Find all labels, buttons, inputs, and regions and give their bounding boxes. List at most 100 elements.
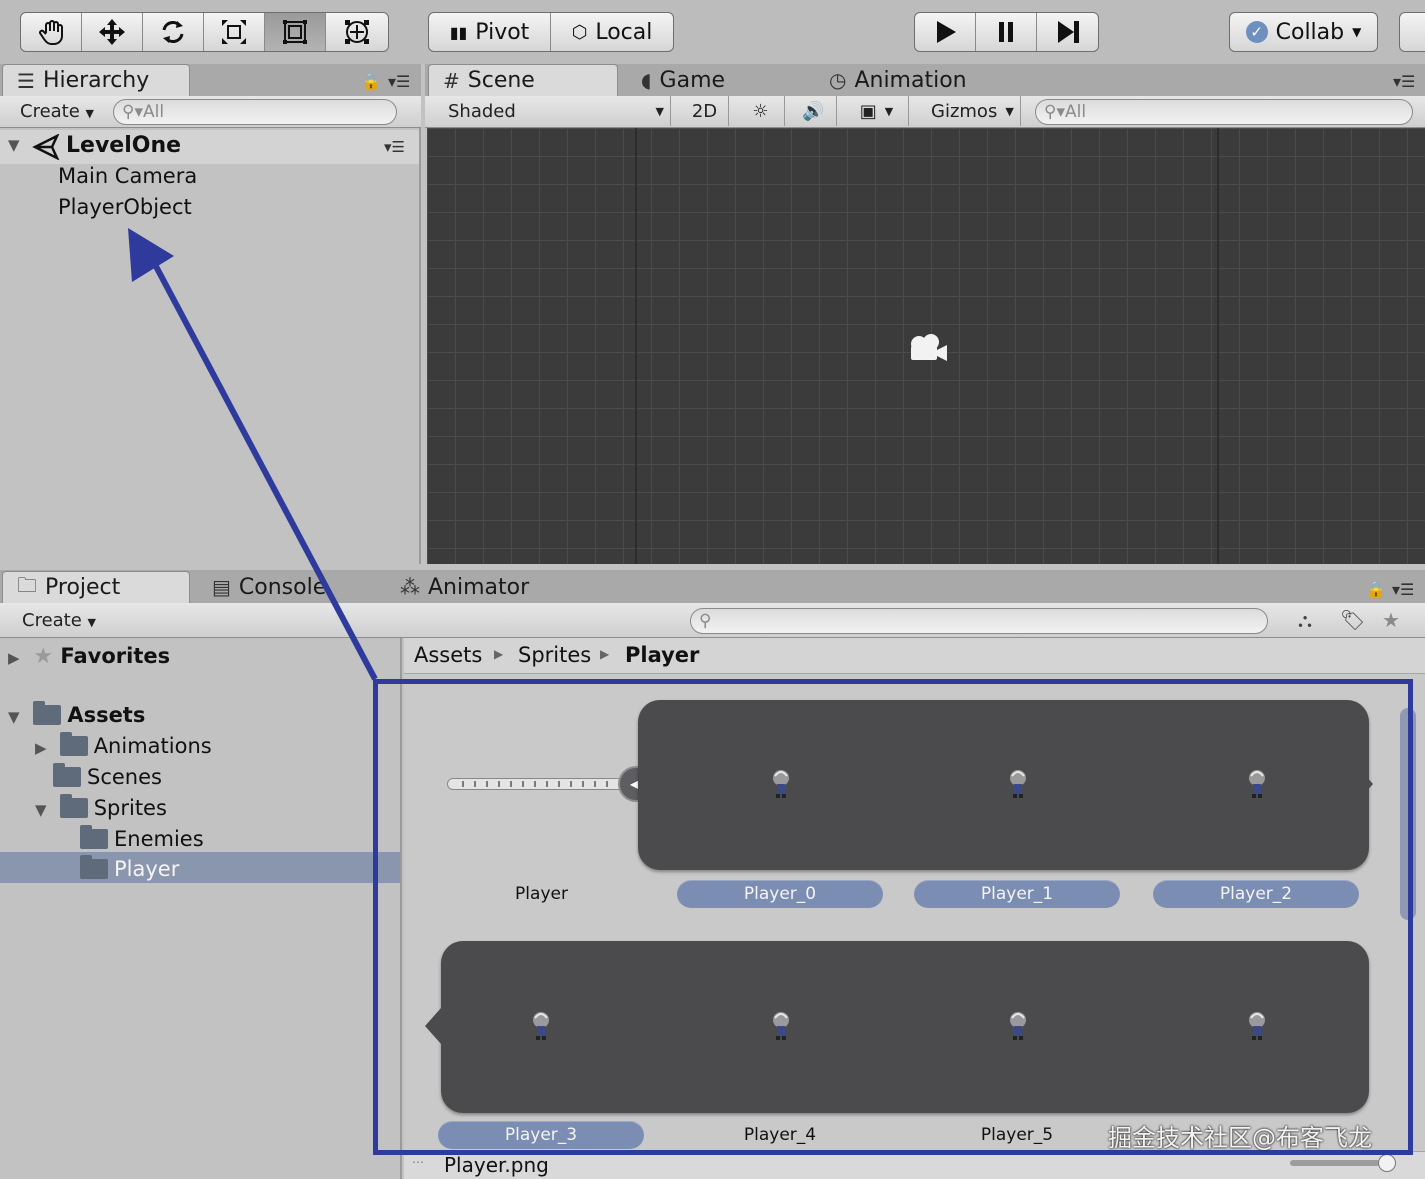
breadcrumb-assets[interactable]: Assets: [414, 643, 482, 667]
transform-tool-button[interactable]: [326, 13, 387, 51]
rect-tool-button[interactable]: [265, 13, 326, 51]
expand-triangle-icon[interactable]: ▶: [8, 649, 26, 667]
hierarchy-item-main-camera[interactable]: Main Camera: [58, 164, 197, 188]
tab-game[interactable]: ◖ Game: [627, 64, 797, 96]
icon-size-slider-knob[interactable]: [1378, 1154, 1396, 1172]
scene-header-row[interactable]: ▼ LevelOne ▾☰: [0, 130, 419, 164]
move-tool-button[interactable]: [82, 13, 143, 51]
tab-console[interactable]: ▤ Console: [198, 571, 378, 603]
folder-enemies[interactable]: Enemies: [80, 825, 204, 851]
sprite-label-player-0[interactable]: Player_0: [677, 880, 883, 908]
hand-tool-button[interactable]: [21, 13, 82, 51]
tab-animator[interactable]: ⁂ Animator: [386, 571, 586, 603]
expand-triangle-icon[interactable]: ▼: [35, 801, 53, 819]
folder-animations[interactable]: ▶ Animations: [35, 732, 212, 758]
breadcrumb-player[interactable]: Player: [625, 643, 699, 667]
scene-viewport[interactable]: [427, 128, 1425, 564]
player-sprite-icon[interactable]: [1007, 768, 1029, 798]
scale-tool-button[interactable]: [204, 13, 265, 51]
unity-scene-icon: [32, 134, 60, 160]
folder-scenes[interactable]: Scenes: [53, 763, 162, 789]
audio-toggle[interactable]: 🔊: [791, 96, 837, 126]
lighting-toggle[interactable]: ☼: [737, 96, 785, 126]
scene-toolbar: Shaded ▼ 2D ☼ 🔊 ▣ ▼ Gizmos ▼ ⚲▾All: [425, 96, 1425, 128]
main-toolbar: ▮▮ Pivot ⬡ Local ✓ Collab ▼: [0, 0, 1425, 64]
sprite-label-player-2[interactable]: Player_2: [1153, 880, 1359, 908]
file-type-icon: ⋯: [412, 1155, 424, 1169]
hand-icon: [39, 20, 63, 45]
assets-folder-row[interactable]: ▼ Assets: [8, 701, 145, 727]
folder-player[interactable]: Player: [80, 855, 179, 881]
filter-by-type-icon[interactable]: ⛬: [1298, 608, 1312, 632]
tab-animation[interactable]: ◷ Animation: [815, 64, 1015, 96]
rotate-tool-button[interactable]: [143, 13, 204, 51]
project-footer: ⋯ Player.png: [404, 1151, 1425, 1179]
camera-gizmo-icon[interactable]: [907, 332, 949, 366]
star-icon[interactable]: ★: [1382, 608, 1400, 632]
expand-triangle-icon[interactable]: ▼: [8, 708, 26, 726]
icon-size-slider[interactable]: [1290, 1160, 1380, 1166]
effects-dropdown[interactable]: ▣ ▼: [845, 96, 909, 126]
step-icon: [1057, 21, 1079, 43]
cloud-icon: [1400, 13, 1425, 51]
playback-controls: [914, 12, 1099, 52]
tab-project[interactable]: 🗀 Project: [2, 571, 190, 603]
tab-scene[interactable]: # Scene: [428, 64, 618, 96]
sprite-expand-slider[interactable]: [447, 778, 627, 790]
pivot-button[interactable]: ▮▮ Pivot: [429, 13, 551, 51]
step-button[interactable]: [1037, 13, 1098, 51]
hierarchy-search-input[interactable]: ⚲▾All: [113, 99, 397, 125]
pivot-local-group: ▮▮ Pivot ⬡ Local: [428, 12, 674, 52]
console-icon: ▤: [212, 575, 231, 599]
folder-sprites[interactable]: ▼ Sprites: [35, 794, 167, 820]
player-sprite-icon[interactable]: [1246, 1010, 1268, 1040]
player-sprite-icon[interactable]: [770, 768, 792, 798]
cube-icon: ⬡: [571, 21, 588, 43]
expand-triangle-icon[interactable]: ▶: [35, 739, 53, 757]
shading-mode-dropdown[interactable]: Shaded ▼: [435, 96, 671, 126]
lock-icon[interactable]: 🔒: [1366, 580, 1386, 599]
mode-2d-toggle[interactable]: 2D: [681, 96, 729, 126]
player-sprite-icon[interactable]: [530, 1010, 552, 1040]
sprite-label-player-3[interactable]: Player_3: [438, 1121, 644, 1149]
scene-menu-icon[interactable]: ▾☰: [384, 138, 405, 156]
grid-axis-line: [1217, 128, 1219, 564]
sprite-label-player-1[interactable]: Player_1: [914, 880, 1120, 908]
transform-tools: [20, 12, 389, 52]
local-button[interactable]: ⬡ Local: [551, 13, 673, 51]
folder-icon: [80, 855, 108, 879]
breadcrumb-sprites[interactable]: Sprites: [518, 643, 591, 667]
account-button[interactable]: [1399, 12, 1425, 52]
collab-dropdown[interactable]: ✓ Collab ▼: [1229, 12, 1378, 52]
lock-icon[interactable]: 🔒: [361, 72, 381, 91]
scene-search-input[interactable]: ⚲▾All: [1035, 99, 1413, 125]
tab-hierarchy[interactable]: ☰ Hierarchy: [2, 64, 190, 96]
sprite-label-player-4[interactable]: Player_4: [704, 1125, 856, 1145]
player-sprite-icon[interactable]: [770, 1010, 792, 1040]
hierarchy-item-playerobject[interactable]: PlayerObject: [58, 195, 192, 219]
play-button[interactable]: [915, 13, 976, 51]
sprite-label-player-5[interactable]: Player_5: [941, 1125, 1093, 1145]
collab-button[interactable]: ✓ Collab ▼: [1230, 13, 1377, 51]
asset-scrollbar-thumb[interactable]: [1400, 708, 1416, 920]
panel-menu-icon[interactable]: ▾☰: [1392, 580, 1414, 599]
asset-label-player[interactable]: Player: [494, 884, 589, 904]
pause-button[interactable]: [976, 13, 1037, 51]
dropdown-arrow-icon: ▼: [1352, 25, 1362, 39]
player-sprite-icon[interactable]: [1246, 768, 1268, 798]
tag-icon[interactable]: 🏷: [1340, 608, 1365, 632]
hierarchy-create-dropdown[interactable]: Create ▼: [20, 101, 94, 122]
folder-icon: [33, 701, 62, 725]
project-folder-tree: ▶ ★ Favorites ▼ Assets ▶ Animations Scen…: [0, 638, 402, 1179]
watermark: 掘金技术社区@布客飞龙: [1108, 1124, 1372, 1152]
gizmos-dropdown[interactable]: Gizmos ▼: [921, 96, 1021, 126]
panel-menu-icon[interactable]: ▾☰: [388, 72, 410, 91]
favorites-row[interactable]: ▶ ★ Favorites: [8, 644, 170, 669]
slider-ticks: [462, 781, 612, 787]
project-create-dropdown[interactable]: Create ▼: [22, 610, 96, 631]
expand-triangle-icon[interactable]: ▼: [8, 136, 20, 154]
player-sprite-icon[interactable]: [1007, 1010, 1029, 1040]
project-search-input[interactable]: ⚲: [690, 608, 1268, 634]
sprite-strip-2: [441, 941, 1369, 1113]
panel-menu-icon[interactable]: ▾☰: [1393, 72, 1415, 91]
